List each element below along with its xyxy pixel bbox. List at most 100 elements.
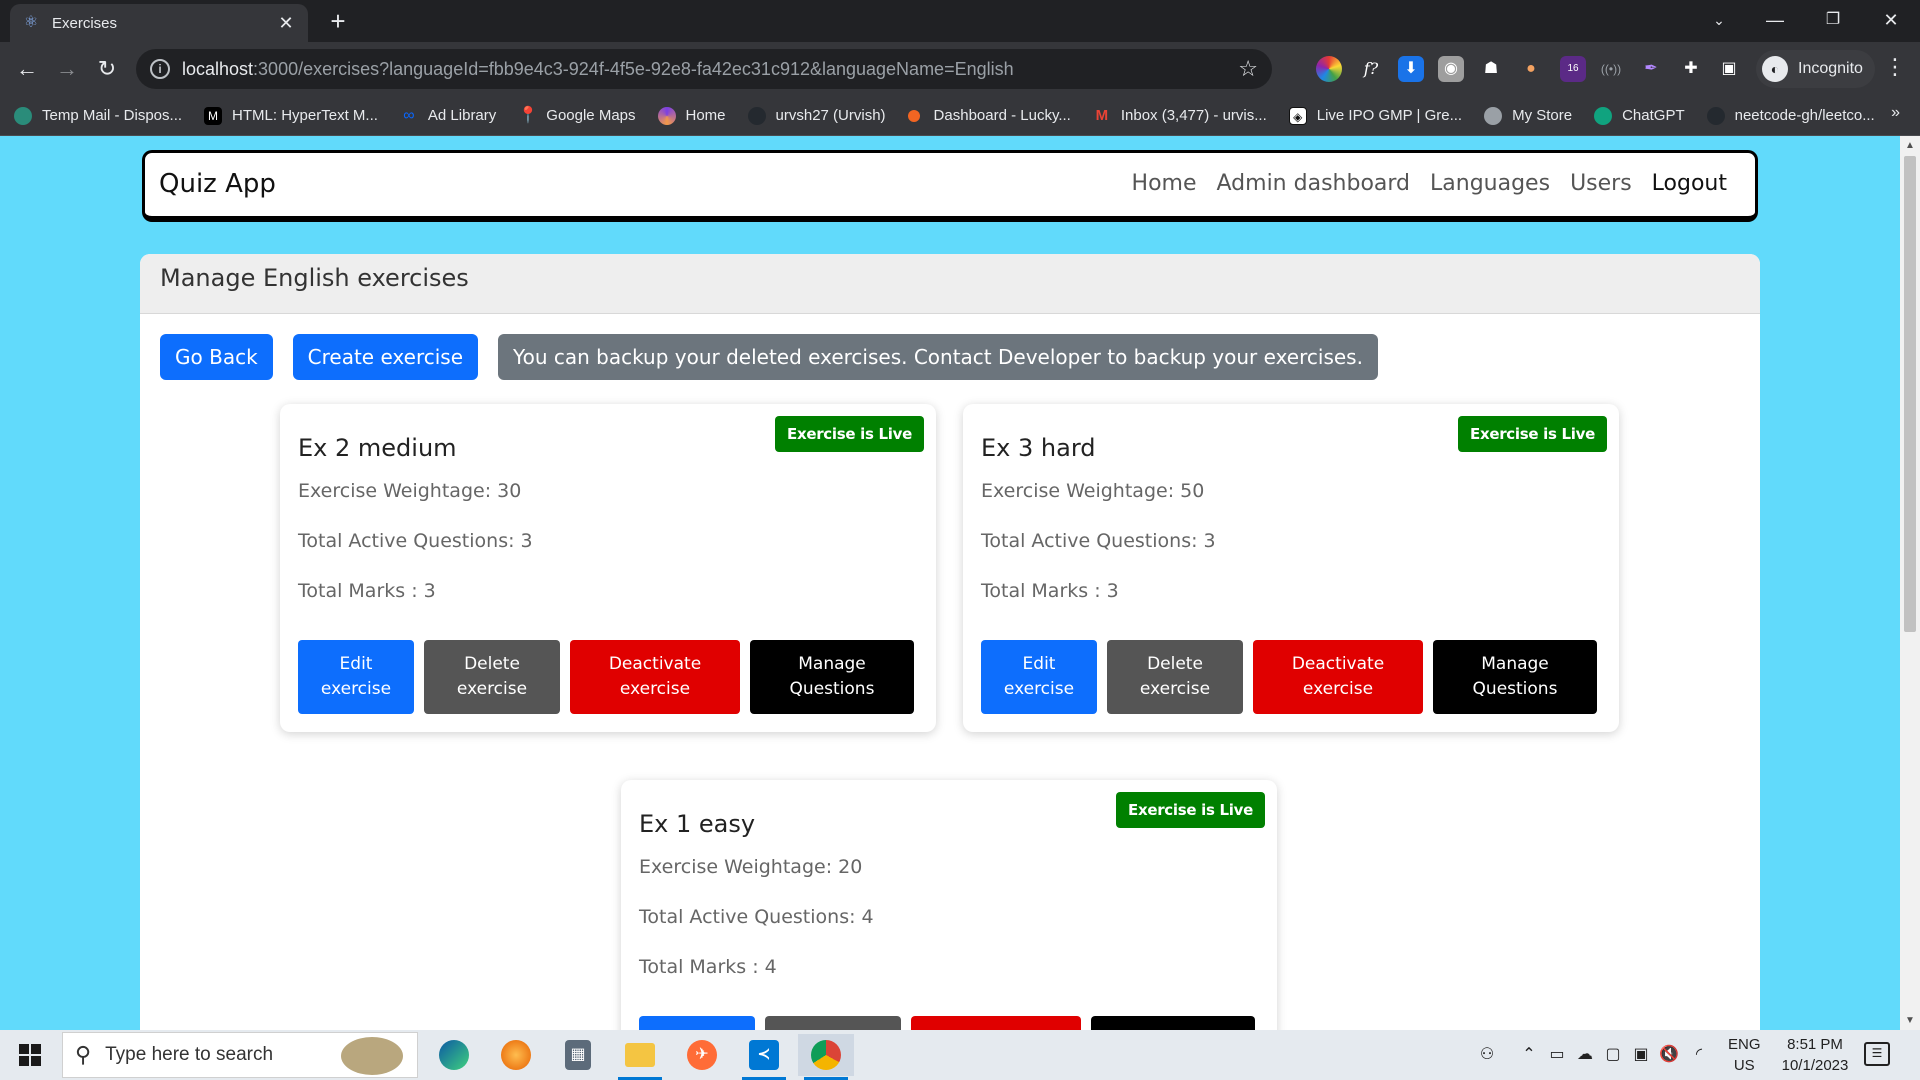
extensions-puzzle-icon[interactable]: ✚ bbox=[1678, 56, 1704, 82]
side-panel-icon[interactable]: ▣ bbox=[1716, 56, 1742, 82]
manage-questions-button[interactable]: ManageQuestions bbox=[1091, 1016, 1255, 1030]
bookmark-item[interactable]: My Store bbox=[1484, 106, 1572, 125]
cookie-extension-icon[interactable]: ● bbox=[1518, 56, 1544, 82]
calculator-icon: ▦ bbox=[565, 1040, 591, 1070]
wifi-icon[interactable]: ◜ bbox=[1686, 1030, 1712, 1080]
incognito-icon: ◐ bbox=[1762, 56, 1788, 82]
nav-languages[interactable]: Languages bbox=[1430, 171, 1550, 196]
delete-exercise-button[interactable]: Deleteexercise bbox=[1107, 640, 1243, 714]
deactivate-exercise-button[interactable]: Deactivateexercise bbox=[911, 1016, 1081, 1030]
button-label: exercise bbox=[456, 679, 528, 699]
browser-menu-icon[interactable]: ⋮ bbox=[1880, 54, 1910, 80]
media-extension-icon[interactable]: ((•)) bbox=[1598, 56, 1624, 82]
show-hidden-icons-icon[interactable]: ⌃ bbox=[1516, 1030, 1542, 1080]
people-icon[interactable]: ⚇ bbox=[1472, 1030, 1502, 1080]
close-tab-icon[interactable]: ✕ bbox=[276, 13, 296, 34]
onedrive-icon[interactable]: ☁ bbox=[1572, 1030, 1598, 1080]
scrollbar-thumb[interactable] bbox=[1904, 156, 1916, 632]
bookmark-item[interactable]: Dashboard - Lucky... bbox=[907, 107, 1071, 124]
font-extension-icon[interactable]: f? bbox=[1358, 56, 1384, 82]
scroll-down-icon[interactable]: ▼ bbox=[1900, 1015, 1920, 1026]
meet-icon[interactable]: ▢ bbox=[1600, 1030, 1626, 1080]
tab-search-icon[interactable]: ⌄ bbox=[1694, 0, 1744, 40]
badge-extension-icon[interactable]: 16 bbox=[1560, 56, 1586, 82]
back-icon[interactable]: ← bbox=[10, 52, 44, 86]
bookmark-item[interactable]: ◈ Live IPO GMP | Gre... bbox=[1288, 106, 1462, 125]
taskbar-file-explorer[interactable] bbox=[612, 1034, 668, 1080]
button-label: Deactivate bbox=[1291, 654, 1385, 674]
manage-questions-button[interactable]: ManageQuestions bbox=[750, 640, 914, 714]
nav-admin-dashboard[interactable]: Admin dashboard bbox=[1217, 171, 1411, 196]
nav-logout[interactable]: Logout bbox=[1652, 171, 1727, 196]
site-info-icon[interactable]: i bbox=[150, 59, 170, 79]
start-button[interactable] bbox=[0, 1030, 60, 1080]
taskbar-vscode[interactable]: ≺ bbox=[736, 1034, 792, 1080]
delete-exercise-button[interactable]: Deleteexercise bbox=[765, 1016, 901, 1030]
incognito-label: Incognito bbox=[1798, 60, 1863, 77]
exercise-total-marks: Total Marks : 4 bbox=[639, 956, 777, 978]
taskbar-search-box[interactable]: ⚲ Type here to search bbox=[62, 1032, 418, 1078]
bookmark-label: ChatGPT bbox=[1622, 107, 1685, 124]
bookmark-star-icon[interactable]: ☆ bbox=[1238, 56, 1258, 82]
edit-exercise-button[interactable]: Editexercise bbox=[981, 640, 1097, 714]
bookmark-item[interactable]: M Inbox (3,477) - urvis... bbox=[1093, 107, 1267, 125]
nav-home[interactable]: Home bbox=[1132, 171, 1197, 196]
manage-questions-button[interactable]: ManageQuestions bbox=[1433, 640, 1597, 714]
incognito-indicator[interactable]: ◐ Incognito bbox=[1756, 50, 1875, 88]
edit-exercise-button[interactable]: Editexercise bbox=[298, 640, 414, 714]
taskbar-edge[interactable] bbox=[426, 1034, 482, 1076]
gmail-favicon-icon: M bbox=[1095, 106, 1109, 124]
bookmark-item[interactable]: urvsh27 (Urvish) bbox=[747, 106, 886, 125]
notifications-icon[interactable]: ☰ bbox=[1864, 1042, 1890, 1066]
restore-button[interactable]: ❐ bbox=[1808, 0, 1858, 40]
camera-extension-icon[interactable]: ◉ bbox=[1438, 56, 1464, 82]
address-bar[interactable]: i localhost:3000/exercises?languageId=fb… bbox=[136, 49, 1272, 89]
battery-icon[interactable]: ▭ bbox=[1544, 1030, 1570, 1080]
exercise-title: Ex 3 hard bbox=[981, 434, 1096, 462]
taskbar-chrome[interactable] bbox=[798, 1034, 854, 1080]
deactivate-exercise-button[interactable]: Deactivateexercise bbox=[1253, 640, 1423, 714]
display-icon[interactable]: ▣ bbox=[1628, 1030, 1654, 1080]
nav-users[interactable]: Users bbox=[1570, 171, 1632, 196]
live-status-badge: Exercise is Live bbox=[775, 416, 924, 452]
go-back-button[interactable]: Go Back bbox=[160, 334, 273, 380]
create-exercise-button[interactable]: Create exercise bbox=[292, 334, 479, 380]
bookmark-item[interactable]: ∞ Ad Library bbox=[400, 107, 496, 125]
minimize-button[interactable]: — bbox=[1750, 0, 1800, 40]
forward-icon[interactable]: → bbox=[50, 52, 84, 86]
taskbar-firefox[interactable] bbox=[488, 1034, 544, 1076]
feather-extension-icon[interactable]: ✒ bbox=[1638, 56, 1664, 82]
browser-tab[interactable]: ⚛ Exercises ✕ bbox=[10, 4, 308, 42]
taskbar-calculator[interactable]: ▦ bbox=[550, 1034, 606, 1076]
bookmark-label: neetcode-gh/leetco... bbox=[1734, 107, 1875, 124]
close-window-button[interactable]: ✕ bbox=[1866, 0, 1916, 40]
system-clock[interactable]: 8:51 PM 10/1/2023 bbox=[1772, 1034, 1858, 1076]
bookmark-item[interactable]: neetcode-gh/leetco... bbox=[1706, 106, 1875, 125]
delete-exercise-button[interactable]: Deleteexercise bbox=[424, 640, 560, 714]
color-picker-extension-icon[interactable] bbox=[1316, 56, 1342, 82]
edit-exercise-button[interactable]: Editexercise bbox=[639, 1016, 755, 1030]
page-scrollbar[interactable]: ▲ ▼ bbox=[1900, 136, 1920, 1030]
bookmark-item[interactable]: 📍 Google Maps bbox=[518, 107, 635, 125]
new-tab-button[interactable]: + bbox=[324, 8, 352, 36]
ghost-extension-icon[interactable]: ☗ bbox=[1478, 56, 1504, 82]
scroll-up-icon[interactable]: ▲ bbox=[1900, 140, 1920, 151]
download-extension-icon[interactable]: ⬇ bbox=[1398, 56, 1424, 82]
more-bookmarks-icon[interactable]: » bbox=[1891, 104, 1900, 122]
bookmark-item[interactable]: Temp Mail - Dispos... bbox=[14, 106, 182, 125]
exercise-active-questions: Total Active Questions: 3 bbox=[981, 530, 1216, 552]
bookmark-label: urvsh27 (Urvish) bbox=[775, 107, 886, 124]
taskbar-postman[interactable]: ✈ bbox=[674, 1034, 730, 1076]
input-language-indicator[interactable]: ENG US bbox=[1728, 1034, 1761, 1076]
reload-icon[interactable]: ↻ bbox=[90, 52, 124, 86]
google-maps-favicon-icon: 📍 bbox=[518, 106, 539, 124]
deactivate-exercise-button[interactable]: Deactivateexercise bbox=[570, 640, 740, 714]
bookmark-item[interactable]: ChatGPT bbox=[1594, 106, 1685, 125]
button-label: exercise bbox=[1139, 679, 1211, 699]
live-status-badge: Exercise is Live bbox=[1116, 792, 1265, 828]
bookmark-item[interactable]: M HTML: HyperText M... bbox=[204, 106, 378, 125]
live-status-badge: Exercise is Live bbox=[1458, 416, 1607, 452]
app-brand[interactable]: Quiz App bbox=[159, 169, 276, 199]
volume-muted-icon[interactable]: 🔇 bbox=[1656, 1030, 1682, 1080]
bookmark-item[interactable]: Home bbox=[657, 106, 726, 125]
